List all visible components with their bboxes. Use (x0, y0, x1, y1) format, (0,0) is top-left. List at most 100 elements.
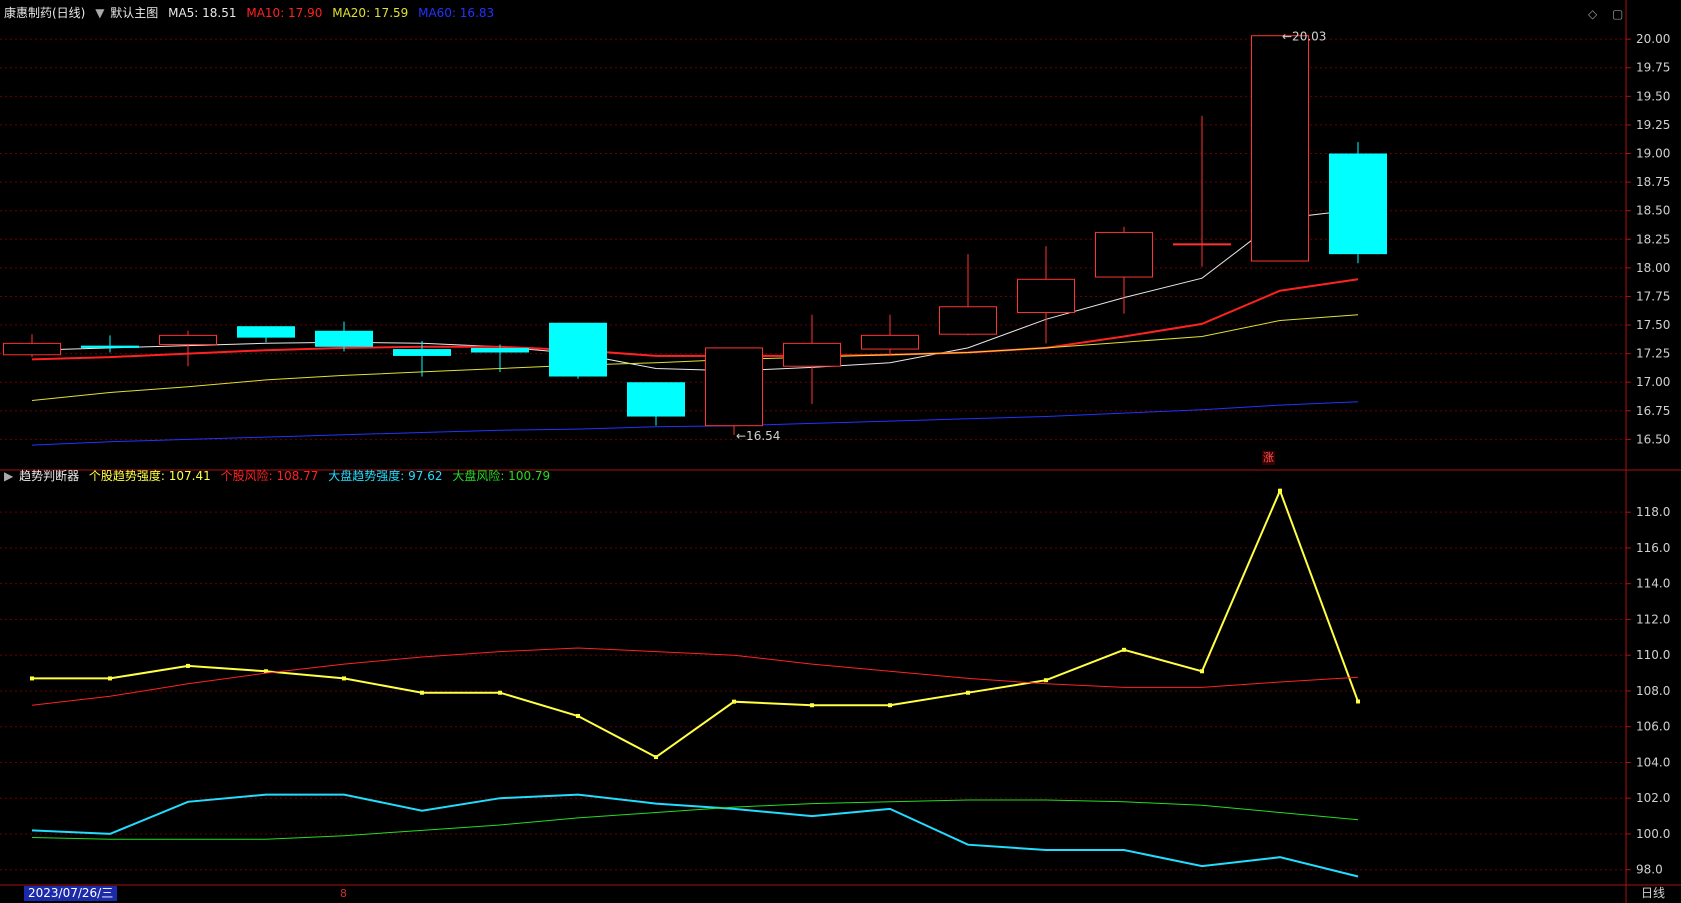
indicator-tick-label: 104.0 (1636, 755, 1670, 769)
market-strength-label: 大盘趋势强度: 97.62 (328, 469, 443, 483)
stock-strength-label: 个股趋势强度: 107.41 (88, 469, 211, 483)
price-tick-label: 18.25 (1636, 232, 1670, 246)
candle-body (549, 322, 607, 377)
candle-body (705, 347, 763, 427)
collapse-icon[interactable]: ▶ (4, 469, 13, 483)
candle-up (1173, 115, 1231, 267)
ma10-label: MA10: 17.90 (246, 6, 323, 20)
indicator-point (1356, 699, 1360, 704)
candle-up (3, 334, 61, 358)
price-tick-label: 17.75 (1636, 289, 1670, 303)
candle-body (1017, 278, 1075, 313)
candle-body (1329, 153, 1387, 255)
chart-canvas[interactable]: 20.00 19.75 19.50 19.25 19.00 18.75 18.50 18.25… (0, 0, 1681, 903)
indicator-point (966, 690, 970, 695)
indicator-point (1278, 488, 1282, 493)
candle-down (1329, 142, 1387, 264)
candle-body (315, 330, 373, 347)
stock-chart-window: 20.00 19.75 19.50 19.25 19.00 18.75 18.50 18.25… (0, 0, 1681, 903)
moving-average-lines (31, 209, 1359, 446)
ma5-line (31, 209, 1359, 372)
indicator-tick-label: 102.0 (1636, 791, 1670, 805)
candle-body (1095, 231, 1153, 278)
candle-body (939, 306, 997, 335)
candles-layer (3, 35, 1387, 435)
price-tick-label: 18.75 (1636, 175, 1670, 189)
indicator-point (498, 690, 502, 695)
indicator-tick-label: 100.0 (1636, 827, 1670, 841)
indicator-tick-label: 110.0 (1636, 648, 1670, 662)
candle-down (81, 335, 139, 353)
frame-layer (0, 0, 1681, 903)
price-tick-label: 17.50 (1636, 318, 1670, 332)
indicator-point (654, 755, 658, 760)
candle-body (783, 342, 841, 367)
indicator-tick-label: 108.0 (1636, 684, 1670, 698)
price-tick-label: 16.50 (1636, 432, 1670, 446)
indicator-line-2 (31, 793, 1359, 878)
indicator-point (1122, 647, 1126, 652)
indicator-point (342, 676, 346, 681)
candle-up (783, 314, 841, 404)
window-icon[interactable]: ▢ (1612, 7, 1623, 21)
price-tick-label: 19.75 (1636, 61, 1670, 75)
extreme-price-label: ←16.54 (736, 429, 780, 443)
price-tick-label: 18.50 (1636, 204, 1670, 218)
indicator-line-0 (32, 488, 1359, 759)
candle-body (861, 334, 919, 350)
indicator-point (576, 713, 580, 718)
diamond-icon[interactable]: ◇ (1588, 7, 1597, 21)
indicator-point (108, 676, 112, 681)
indicator-point (1200, 669, 1204, 674)
price-tick-label: 19.50 (1636, 89, 1670, 103)
candle-body (471, 347, 529, 353)
price-tick-label: 17.25 (1636, 347, 1670, 361)
indicator-header: ▶ 趋势判断器 个股趋势强度: 107.41 个股风险: 108.77 大盘趋势… (4, 469, 556, 483)
candle-up (939, 254, 997, 336)
price-axis-ticks: 20.00 19.75 19.50 19.25 19.00 18.75 18.50 18.25… (1626, 32, 1670, 877)
indicator-point (30, 676, 34, 681)
indicator-tick-label: 112.0 (1636, 612, 1670, 626)
date-cursor-label: 2023/07/26/三 (24, 886, 118, 901)
axis-marker: 8 (340, 887, 347, 900)
ma20-line (31, 314, 1359, 401)
candle-body (627, 382, 685, 417)
market-risk-label: 大盘风险: 100.79 (452, 469, 551, 483)
stock-title[interactable]: 康惠制药(日线) (4, 6, 85, 20)
indicator-tick-label: 116.0 (1636, 541, 1670, 555)
extreme-price-label: ←20.03 (1282, 30, 1326, 44)
indicator-title[interactable]: 趋势判断器 (19, 469, 79, 483)
price-tick-label: 18.00 (1636, 261, 1670, 275)
indicator-point (888, 703, 892, 708)
indicator-point (810, 703, 814, 708)
ma20-label: MA20: 17.59 (332, 6, 409, 20)
candle-body (81, 345, 139, 348)
candle-body (3, 342, 61, 356)
price-tick-label: 20.00 (1636, 32, 1670, 46)
indicator-lines (30, 488, 1360, 878)
candle-up (861, 314, 919, 356)
candle-up (159, 330, 217, 367)
price-annotations: ←20.03 ←16.54 (736, 30, 1326, 443)
price-tick-label: 19.00 (1636, 147, 1670, 161)
candle-body (237, 326, 295, 338)
indicator-tick-label: 114.0 (1636, 577, 1670, 591)
template-label[interactable]: 默认主图 (110, 6, 158, 20)
candle-body (1173, 243, 1231, 246)
stock-risk-label: 个股风险: 108.77 (220, 469, 319, 483)
indicator-point (420, 690, 424, 695)
price-tick-label: 17.00 (1636, 375, 1670, 389)
dropdown-icon[interactable]: ▼ (95, 6, 104, 20)
candle-down (627, 382, 685, 426)
period-label[interactable]: 日线 (1630, 886, 1676, 901)
candle-body (393, 349, 451, 356)
indicator-line-1 (31, 647, 1359, 706)
candle-body (159, 334, 217, 345)
ma10-line (31, 278, 1359, 361)
ma60-line (31, 401, 1359, 446)
indicator-point (1044, 678, 1048, 683)
indicator-tick-label: 118.0 (1636, 505, 1670, 519)
ma5-label: MA5: 18.51 (168, 6, 237, 20)
main-chart-header: 康惠制药(日线) ▼ 默认主图 MA5: 18.51 MA10: 17.90 M… (4, 6, 500, 20)
indicator-tick-label: 106.0 (1636, 720, 1670, 734)
